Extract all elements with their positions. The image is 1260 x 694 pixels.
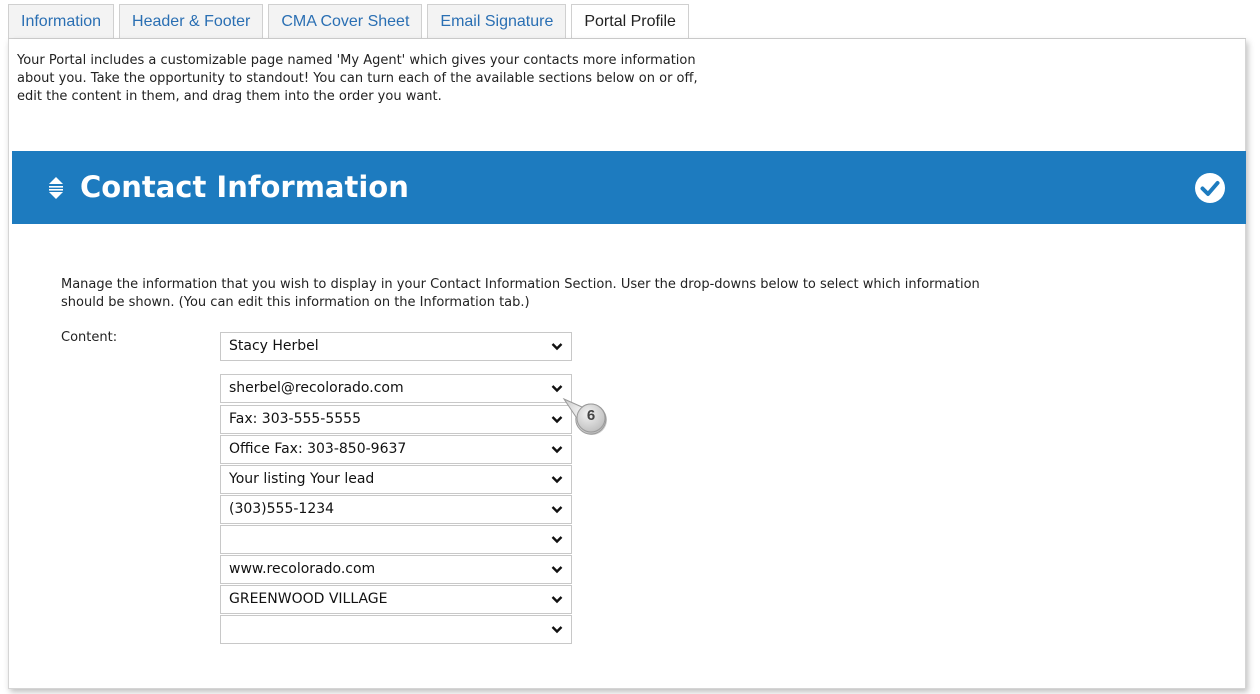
tab-bar: Information Header & Footer CMA Cover Sh… <box>8 4 689 40</box>
dropdown-value: Fax: 303-555-5555 <box>229 411 361 427</box>
chevron-down-icon <box>551 566 563 574</box>
dropdown-value: GREENWOOD VILLAGE <box>229 591 388 607</box>
intro-line: about you. Take the opportunity to stand… <box>17 71 698 86</box>
chevron-down-icon <box>551 476 563 484</box>
description-line: Manage the information that you wish to … <box>61 277 980 292</box>
portal-profile-panel: Your Portal includes a customizable page… <box>8 39 1246 689</box>
dropdown-value: Your listing Your lead <box>229 471 375 487</box>
content-city-dropdown[interactable]: GREENWOOD VILLAGE <box>220 585 572 614</box>
intro-text: Your Portal includes a customizable page… <box>17 52 917 106</box>
intro-line: Your Portal includes a customizable page… <box>17 53 696 68</box>
step-callout-badge: 6 <box>562 397 608 437</box>
content-email-dropdown[interactable]: sherbel@recolorado.com <box>220 374 572 403</box>
content-name-dropdown[interactable]: Stacy Herbel <box>220 332 572 361</box>
content-label: Content: <box>61 330 118 345</box>
tab-portal-profile[interactable]: Portal Profile <box>571 4 689 40</box>
drag-handle-icon[interactable] <box>48 176 64 200</box>
tab-information[interactable]: Information <box>8 4 115 38</box>
content-empty-dropdown[interactable] <box>220 525 572 554</box>
callout-number: 6 <box>586 407 596 424</box>
chevron-down-icon <box>551 385 563 393</box>
chevron-down-icon <box>551 343 563 351</box>
dropdown-value: www.recolorado.com <box>229 561 376 577</box>
chevron-down-icon <box>551 626 563 634</box>
intro-line: edit the content in them, and drag them … <box>17 89 442 104</box>
content-office-fax-dropdown[interactable]: Office Fax: 303-850-9637 <box>220 435 572 464</box>
chevron-down-icon <box>551 446 563 454</box>
chevron-down-icon <box>551 536 563 544</box>
check-circle-icon[interactable] <box>1194 172 1226 204</box>
content-website-dropdown[interactable]: www.recolorado.com <box>220 555 572 584</box>
section-title: Contact Information <box>80 170 409 204</box>
chevron-down-icon <box>551 596 563 604</box>
contact-information-section-header[interactable]: Contact Information <box>12 151 1246 224</box>
dropdown-value: sherbel@recolorado.com <box>229 380 404 396</box>
content-listing-lead-dropdown[interactable]: Your listing Your lead <box>220 465 572 494</box>
content-phone-dropdown[interactable]: (303)555-1234 <box>220 495 572 524</box>
dropdown-value: Stacy Herbel <box>229 338 319 354</box>
tab-cma-cover-sheet[interactable]: CMA Cover Sheet <box>268 4 423 38</box>
tab-email-signature[interactable]: Email Signature <box>427 4 567 38</box>
content-fax-dropdown[interactable]: Fax: 303-555-5555 <box>220 405 572 434</box>
section-description: Manage the information that you wish to … <box>61 276 1211 312</box>
content-empty-dropdown-2[interactable] <box>220 615 572 644</box>
dropdown-value: Office Fax: 303-850-9637 <box>229 441 407 457</box>
chevron-down-icon <box>551 506 563 514</box>
dropdown-value: (303)555-1234 <box>229 501 335 517</box>
description-line: should be shown. (You can edit this info… <box>61 295 530 310</box>
tab-header-footer[interactable]: Header & Footer <box>119 4 264 38</box>
